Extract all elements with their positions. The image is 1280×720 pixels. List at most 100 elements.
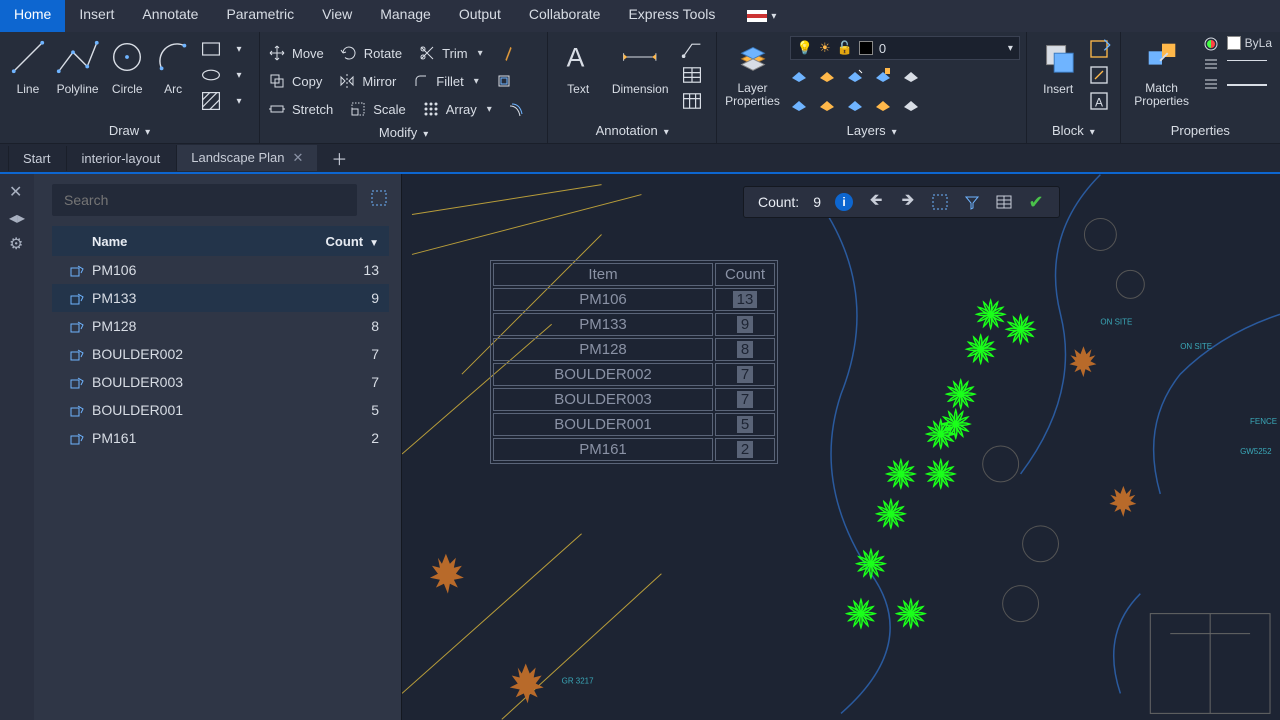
tool-insert-block[interactable]: Insert bbox=[1035, 36, 1081, 96]
close-palette-icon[interactable]: ✕ bbox=[9, 182, 25, 198]
tool-dimension[interactable]: Dimension bbox=[606, 36, 674, 96]
panel-block: Insert A Block▾ bbox=[1027, 32, 1120, 143]
menu-view[interactable]: View bbox=[308, 0, 366, 32]
tab-start[interactable]: Start bbox=[8, 146, 64, 171]
layer-btn-9[interactable] bbox=[874, 95, 892, 118]
menu-output[interactable]: Output bbox=[445, 0, 515, 32]
search-input[interactable] bbox=[52, 184, 357, 216]
panel-draw-title[interactable]: Draw▾ bbox=[8, 120, 251, 143]
tool-circle[interactable]: Circle bbox=[107, 36, 147, 96]
panel-properties-title[interactable]: Properties bbox=[1129, 120, 1272, 143]
tab-landscape[interactable]: Landscape Plan✕ bbox=[176, 145, 317, 171]
count-palette: Name Count▼ PM10613PM1339PM1288BOULDER00… bbox=[34, 174, 402, 720]
tool-erase[interactable] bbox=[499, 40, 517, 66]
tool-text[interactable]: A Text bbox=[556, 36, 600, 96]
list-item[interactable]: BOULDER0037 bbox=[52, 368, 389, 396]
tool-trim[interactable]: Trim▾ bbox=[418, 40, 483, 66]
drawing-canvas[interactable]: ON SITE ON SITE FENCE GW5252 GR 3217 Cou… bbox=[402, 174, 1280, 720]
list-item[interactable]: BOULDER0027 bbox=[52, 340, 389, 368]
tool-offset[interactable] bbox=[508, 96, 526, 122]
menu-manage[interactable]: Manage bbox=[366, 0, 445, 32]
tool-scale[interactable]: Scale bbox=[349, 96, 406, 122]
svg-text:FENCE: FENCE bbox=[1250, 417, 1277, 426]
insert-table-icon[interactable] bbox=[995, 193, 1013, 211]
layer-btn-5[interactable] bbox=[902, 66, 920, 89]
layer-btn-2[interactable] bbox=[818, 66, 836, 89]
list-item[interactable]: PM1612 bbox=[52, 424, 389, 452]
select-similar-icon[interactable] bbox=[369, 188, 389, 213]
close-icon[interactable]: ✕ bbox=[292, 150, 303, 165]
svg-text:A: A bbox=[1095, 95, 1103, 109]
main-area: ✕ ◂▸ ⚙ Name Count▼ PM10613PM1339PM1288BO… bbox=[0, 174, 1280, 720]
list-item[interactable]: BOULDER0015 bbox=[52, 396, 389, 424]
tool-stretch[interactable]: Stretch bbox=[268, 96, 333, 122]
tool-fillet[interactable]: Fillet▾ bbox=[412, 68, 478, 94]
panel-annotation: A Text Dimension Annotation▾ bbox=[548, 32, 717, 143]
block-edit[interactable] bbox=[1087, 64, 1111, 86]
tool-table2[interactable] bbox=[680, 90, 704, 112]
menu-collaborate[interactable]: Collaborate bbox=[515, 0, 615, 32]
tool-mirror[interactable]: Mirror bbox=[338, 68, 396, 94]
tool-arc[interactable]: Arc bbox=[153, 36, 193, 96]
panel-annotation-title[interactable]: Annotation▾ bbox=[556, 120, 708, 143]
tool-polyline[interactable]: Polyline bbox=[54, 36, 102, 96]
layer-btn-8[interactable] bbox=[846, 95, 864, 118]
panel-modify: Move Rotate Trim▾ Copy Mirror Fillet▾ St… bbox=[260, 32, 548, 143]
tool-hatch[interactable] bbox=[199, 90, 223, 112]
tool-ellipse[interactable] bbox=[199, 64, 223, 86]
tool-leader[interactable] bbox=[680, 38, 704, 60]
document-tabs: Start interior-layout Landscape Plan✕ ＋ bbox=[0, 144, 1280, 174]
layer-btn-4[interactable] bbox=[874, 66, 892, 89]
tool-rotate[interactable]: Rotate bbox=[340, 40, 402, 66]
layer-selector[interactable]: 💡☀🔓 0 ▾ bbox=[790, 36, 1020, 60]
panel-layers: Layer Properties 💡☀🔓 0 ▾ bbox=[717, 32, 1027, 143]
tool-move[interactable]: Move bbox=[268, 40, 324, 66]
draw-drop2[interactable]: ▾ bbox=[227, 64, 251, 86]
draw-drop1[interactable]: ▾ bbox=[227, 38, 251, 60]
menu-extras[interactable]: ▾ bbox=[737, 0, 786, 32]
tool-match-properties[interactable]: Match Properties bbox=[1129, 36, 1195, 108]
layer-btn-7[interactable] bbox=[818, 95, 836, 118]
filter-icon[interactable] bbox=[963, 193, 981, 211]
svg-text:ON SITE: ON SITE bbox=[1180, 342, 1212, 351]
menu-home[interactable]: Home bbox=[0, 0, 65, 32]
list-item[interactable]: PM1288 bbox=[52, 312, 389, 340]
block-create[interactable] bbox=[1087, 38, 1111, 60]
zoom-extents-icon[interactable] bbox=[931, 193, 949, 211]
palette-header[interactable]: Name Count▼ bbox=[52, 226, 389, 256]
menu-parametric[interactable]: Parametric bbox=[212, 0, 308, 32]
tab-interior[interactable]: interior-layout bbox=[66, 146, 174, 171]
panel-modify-title[interactable]: Modify▾ bbox=[268, 122, 539, 145]
layer-btn-1[interactable] bbox=[790, 66, 808, 89]
layer-btn-10[interactable] bbox=[902, 95, 920, 118]
tool-line[interactable]: Line bbox=[8, 36, 48, 96]
tool-array[interactable]: Array▾ bbox=[422, 96, 492, 122]
menu-annotate[interactable]: Annotate bbox=[128, 0, 212, 32]
list-item[interactable]: PM1339 bbox=[52, 284, 389, 312]
menu-express[interactable]: Express Tools bbox=[614, 0, 729, 32]
tool-rectangle[interactable] bbox=[199, 38, 223, 60]
list-item[interactable]: PM10613 bbox=[52, 256, 389, 284]
layer-btn-6[interactable] bbox=[790, 95, 808, 118]
arrow-left-icon[interactable]: 🡸 bbox=[867, 193, 885, 211]
block-attr[interactable]: A bbox=[1087, 90, 1111, 112]
menu-insert[interactable]: Insert bbox=[65, 0, 128, 32]
draw-drop3[interactable]: ▾ bbox=[227, 90, 251, 112]
count-label: Count: bbox=[758, 194, 799, 210]
tool-layer-properties[interactable]: Layer Properties bbox=[725, 36, 780, 108]
tool-copy[interactable]: Copy bbox=[268, 68, 322, 94]
layer-btn-3[interactable] bbox=[846, 66, 864, 89]
menu-bar: Home Insert Annotate Parametric View Man… bbox=[0, 0, 1280, 32]
tool-explode[interactable] bbox=[495, 68, 513, 94]
tool-table[interactable] bbox=[680, 64, 704, 86]
panel-layers-title[interactable]: Layers▾ bbox=[725, 120, 1018, 143]
arrow-right-icon[interactable]: 🡺 bbox=[899, 193, 917, 211]
drawing-count-table[interactable]: ItemCount PM10613PM1339PM1288BOULDER0027… bbox=[490, 260, 778, 464]
gear-icon[interactable]: ⚙ bbox=[9, 234, 25, 250]
check-icon[interactable]: ✔ bbox=[1027, 193, 1045, 211]
autohide-icon[interactable]: ◂▸ bbox=[9, 208, 25, 224]
tab-add[interactable]: ＋ bbox=[319, 141, 359, 175]
info-icon[interactable]: i bbox=[835, 193, 853, 211]
panel-block-title[interactable]: Block▾ bbox=[1035, 120, 1111, 143]
svg-text:ON SITE: ON SITE bbox=[1100, 317, 1132, 326]
